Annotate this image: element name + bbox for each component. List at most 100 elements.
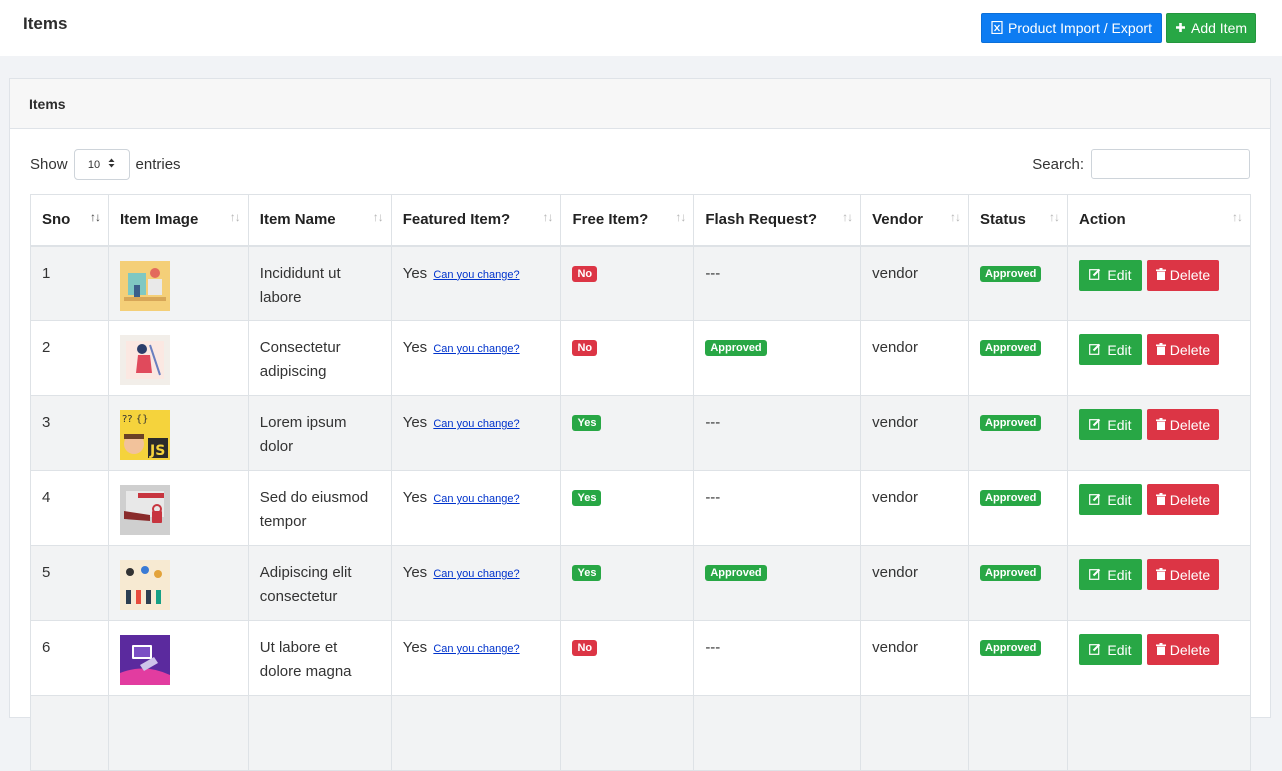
cell-flash: --- [693,470,862,546]
column-header-free-item[interactable]: Free Item? ↑↓ [560,194,695,247]
column-header-sno[interactable]: Sno ↑↓ [30,194,109,247]
change-featured-link[interactable]: Can you change? [433,493,519,505]
cell-action: Edit Delete [1066,620,1252,696]
cell-free: Yes [560,395,695,471]
table-row: 2 Consectetur adipiscing Yes Can you cha… [30,320,1252,396]
cell-item-image [107,545,249,621]
delete-button[interactable]: Delete [1146,634,1219,665]
delete-button[interactable]: Delete [1146,334,1219,365]
product-import-export-button[interactable]: Product Import / Export [981,13,1162,43]
sort-icon: ↑↓ [1048,210,1060,224]
flash-badge: Approved [705,565,767,582]
cell-action: Edit Delete [1066,545,1252,621]
column-header-flash-request[interactable]: Flash Request? ↑↓ [693,194,862,247]
cell-featured: Yes Can you change? [390,395,562,471]
cell-status: Approved [968,620,1068,696]
product-import-export-label: Product Import / Export [1008,20,1152,36]
cell-item-image [107,245,249,321]
delete-button[interactable]: Delete [1146,409,1219,440]
item-thumbnail-image [119,335,170,385]
change-featured-link[interactable]: Can you change? [433,568,519,580]
sort-asc-icon: ↑↓ [89,210,101,224]
edit-button[interactable]: Edit [1078,634,1142,665]
status-badge: Approved [980,565,1042,582]
item-thumbnail-image: JS ?? {} [119,410,170,460]
column-header-vendor[interactable]: Vendor ↑↓ [860,194,970,247]
search-control: Search: [1032,149,1250,179]
svg-text:JS: JS [149,443,165,459]
cell-item-image [107,320,249,396]
change-featured-link[interactable]: Can you change? [433,269,519,281]
sort-icon: ↑↓ [950,210,961,224]
item-thumbnail-image [119,260,170,311]
edit-icon [1089,343,1101,357]
add-item-label: Add Item [1190,20,1248,36]
cell-status: Approved [968,395,1068,471]
column-header-action[interactable]: Action ↑↓ [1066,194,1252,247]
edit-icon [1089,418,1101,432]
edit-icon [1089,643,1101,657]
column-header-featured-item[interactable]: Featured Item? ↑↓ [390,194,562,247]
page-title: Items [23,14,68,33]
cell-item-name: Ut labore et dolore magna [247,620,392,696]
column-header-item-image[interactable]: Item Image ↑↓ [107,194,249,247]
cell-flash: --- [693,245,862,321]
table-header-row: Sno ↑↓ Item Image ↑↓ Item Name ↑↓ Featured … [30,194,1252,247]
top-bar: Items Product Import / Export Add Item [0,0,1282,56]
column-header-item-name[interactable]: Item Name ↑↓ [247,194,392,247]
cell-featured: Yes Can you change? [390,470,562,546]
table-row: 6 Ut labore et dolore magna Yes Can you … [30,620,1252,696]
edit-button[interactable]: Edit [1078,259,1142,291]
cell-featured: Yes Can you change? [390,620,562,696]
cell-vendor: vendor [860,320,970,396]
cell-free: No [560,245,695,321]
entries-select[interactable]: 10 [73,149,130,180]
trash-icon [1155,567,1166,582]
delete-button[interactable]: Delete [1146,484,1219,515]
edit-button[interactable]: Edit [1078,409,1142,440]
cell-sno: 5 [30,545,109,621]
edit-button[interactable]: Edit [1078,334,1142,365]
status-badge: Approved [980,415,1042,432]
change-featured-link[interactable]: Can you change? [433,418,519,430]
show-label: Show [30,156,68,173]
cell-status: Approved [968,470,1068,546]
cell-vendor: vendor [860,545,970,621]
item-thumbnail-image [119,485,170,535]
delete-button[interactable]: Delete [1146,559,1219,590]
cell-item-name: Sed do eiusmod tempor [247,470,392,546]
cell-item-image [107,620,249,696]
edit-button[interactable]: Edit [1078,484,1142,515]
cell-free: No [560,320,695,396]
column-header-status[interactable]: Status ↑↓ [968,194,1068,247]
trash-icon [1155,268,1166,282]
table-row: 3 JS ?? {} Lorem ipsum dolor Yes Can you … [30,395,1252,471]
sort-icon: ↑↓ [842,210,853,224]
status-badge: Approved [980,340,1042,357]
cell-vendor: vendor [860,470,970,546]
change-featured-link[interactable]: Can you change? [433,343,519,355]
sort-icon: ↑↓ [1232,210,1243,224]
items-card: Items Show 10 entries Search: Sno ↑↓ Item… [9,78,1271,771]
cell-vendor: vendor [860,620,970,696]
edit-icon [1089,268,1101,282]
sort-icon: ↑↓ [675,210,686,224]
cell-free: Yes [560,545,695,621]
file-excel-icon [991,20,1003,36]
trash-icon [1155,642,1166,657]
edit-button[interactable]: Edit [1078,559,1142,590]
delete-button[interactable]: Delete [1146,259,1219,291]
item-thumbnail-image [119,635,170,685]
add-item-button[interactable]: Add Item [1166,13,1256,43]
items-table: Sno ↑↓ Item Image ↑↓ Item Name ↑↓ Featured … [30,194,1252,771]
change-featured-link[interactable]: Can you change? [433,643,519,655]
table-row [30,695,1252,771]
svg-text:?? {}: ?? {} [122,414,149,425]
status-badge: Approved [980,490,1042,507]
cell-featured: Yes Can you change? [390,320,562,396]
cell-status: Approved [968,545,1068,621]
status-badge: Approved [980,265,1042,282]
sort-icon: ↑↓ [542,210,553,224]
cell-status: Approved [968,245,1068,321]
search-input[interactable] [1091,149,1250,179]
